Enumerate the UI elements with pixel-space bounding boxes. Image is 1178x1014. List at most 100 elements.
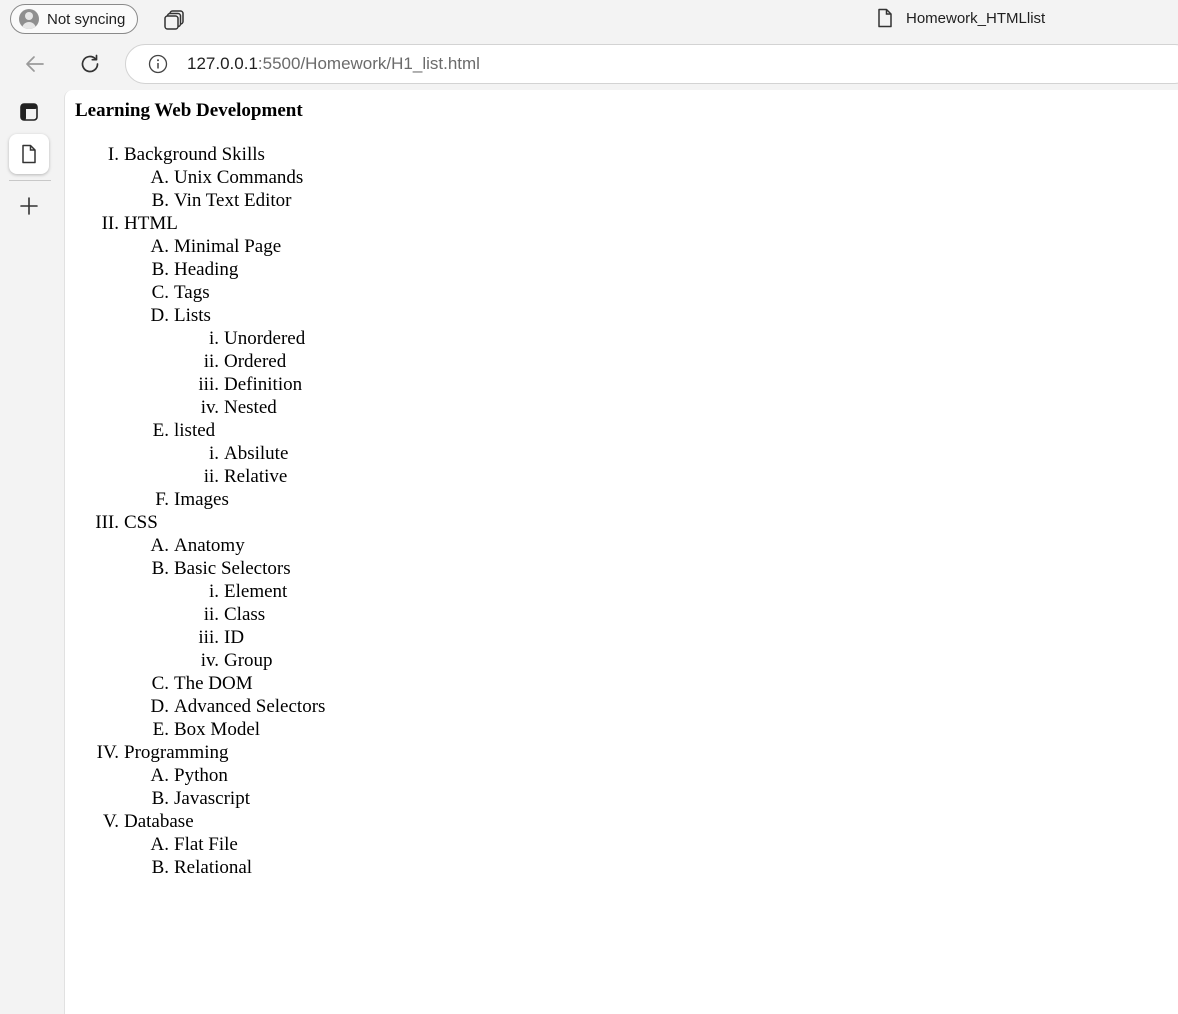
list-item-text: The DOM [174, 673, 253, 694]
list-item-text: Element [224, 581, 288, 602]
list-marker: III. [95, 512, 119, 533]
page-icon [22, 144, 36, 164]
vertical-toolbar [0, 88, 62, 1014]
list-item: ii. Relative [204, 465, 288, 488]
list-item-text: Advanced Selectors [174, 696, 326, 717]
page-heading: Learning Web Development [75, 100, 303, 121]
list-item: C. The DOM [152, 672, 253, 695]
list-marker: ii. [203, 604, 219, 625]
list-item: II. HTML [102, 212, 178, 235]
list-marker: ii. [203, 351, 219, 372]
list-item: C. Tags [152, 281, 210, 304]
list-item: V. Database [103, 810, 194, 833]
list-marker: B. [151, 190, 169, 211]
list-item: B. Vin Text Editor [152, 189, 292, 212]
list-item: E. Box Model [153, 718, 261, 741]
back-arrow-icon[interactable] [23, 52, 47, 76]
list-marker: A. [150, 535, 169, 556]
list-marker: V. [102, 811, 119, 832]
url-host: 127.0.0.1 [187, 54, 258, 73]
list-item: i. Element [209, 580, 288, 603]
list-item: III. CSS [95, 511, 158, 534]
list-marker: iv. [200, 650, 219, 671]
list-marker: i. [208, 328, 219, 349]
workspaces-icon[interactable] [164, 9, 186, 31]
avatar-icon [19, 9, 39, 29]
list-item: D. Lists [151, 304, 211, 327]
list-item-text: Minimal Page [174, 236, 282, 257]
list-item: A. Flat File [151, 833, 238, 856]
list-item: A. Anatomy [151, 534, 245, 557]
list-item-text: Python [174, 765, 228, 786]
list-item-text: Definition [224, 374, 303, 395]
list-item: D. Advanced Selectors [151, 695, 326, 718]
url-path: :5500/Homework/H1_list.html [257, 54, 480, 73]
sidebar-toggle-button[interactable] [9, 92, 49, 132]
list-item: i. Absilute [209, 442, 289, 465]
title-bar: Not syncing Homework_HTMLlist [0, 0, 1178, 40]
list-item-text: Unix Commands [174, 167, 304, 188]
profile-button[interactable]: Not syncing [10, 4, 139, 34]
list-item: B. Javascript [152, 787, 250, 810]
list-marker: iii. [198, 374, 219, 395]
address-bar[interactable]: 127.0.0.1:5500/Homework/H1_list.html [125, 44, 1178, 84]
list-item-text: listed [174, 420, 216, 441]
list-marker: iii. [198, 627, 219, 648]
list-marker: A. [150, 167, 169, 188]
list-marker: i. [208, 581, 219, 602]
list-marker: C. [151, 282, 169, 303]
list-item-text: HTML [124, 213, 178, 234]
list-marker: B. [151, 259, 169, 280]
list-item-text: ID [224, 627, 245, 648]
list-marker: iv. [200, 397, 219, 418]
list-item-text: Javascript [174, 788, 250, 809]
tab-label: Homework_HTMLlist [906, 9, 1046, 27]
list-item-text: Lists [174, 305, 211, 326]
list-item: ii. Ordered [204, 350, 287, 373]
web-page-content: Learning Web Development I. Background Sk… [64, 90, 1178, 1014]
list-marker: D. [150, 305, 169, 326]
list-marker: B. [151, 857, 169, 878]
page-icon [878, 8, 892, 28]
vertical-tab-current[interactable] [9, 134, 49, 174]
list-item-text: Class [224, 604, 266, 625]
list-marker: A. [150, 236, 169, 257]
list-item-text: Anatomy [174, 535, 245, 556]
list-item: A. Unix Commands [151, 166, 304, 189]
list-marker: A. [150, 834, 169, 855]
list-item-text: Relative [224, 466, 288, 487]
list-item: i. Unordered [209, 327, 305, 350]
list-item-text: Box Model [174, 719, 261, 740]
list-item-text: Heading [174, 259, 239, 280]
list-item-text: Tags [174, 282, 210, 303]
list-item: IV. Programming [97, 741, 229, 764]
sidebar-panel-icon [20, 103, 38, 121]
list-marker: I. [107, 144, 119, 165]
list-marker: B. [151, 788, 169, 809]
list-item: F. Images [155, 488, 229, 511]
list-marker: E. [152, 420, 169, 441]
list-marker: E. [152, 719, 169, 740]
refresh-icon[interactable] [78, 52, 102, 76]
list-marker: C. [151, 673, 169, 694]
list-item-text: Flat File [174, 834, 238, 855]
list-item: B. Basic Selectors [152, 557, 291, 580]
new-tab-button[interactable] [9, 186, 49, 226]
list-item-text: Database [124, 811, 194, 832]
list-item-text: Absilute [224, 443, 289, 464]
profile-label: Not syncing [47, 10, 126, 28]
list-marker: IV. [96, 742, 119, 763]
tab-active[interactable]: Homework_HTMLlist [876, 8, 1045, 28]
navigation-bar: 127.0.0.1:5500/Homework/H1_list.html [0, 40, 1178, 88]
list-item: iii. ID [198, 626, 245, 649]
list-item: iv. Nested [201, 396, 277, 419]
list-item-text: Nested [224, 397, 277, 418]
list-item: B. Heading [152, 258, 239, 281]
list-item-text: CSS [124, 512, 158, 533]
url-text[interactable]: 127.0.0.1:5500/Homework/H1_list.html [187, 54, 480, 74]
list-marker: ii. [203, 466, 219, 487]
list-item: I. Background Skills [108, 143, 265, 166]
list-item-text: Ordered [224, 351, 287, 372]
list-marker: A. [150, 765, 169, 786]
site-info-icon[interactable] [148, 54, 168, 74]
